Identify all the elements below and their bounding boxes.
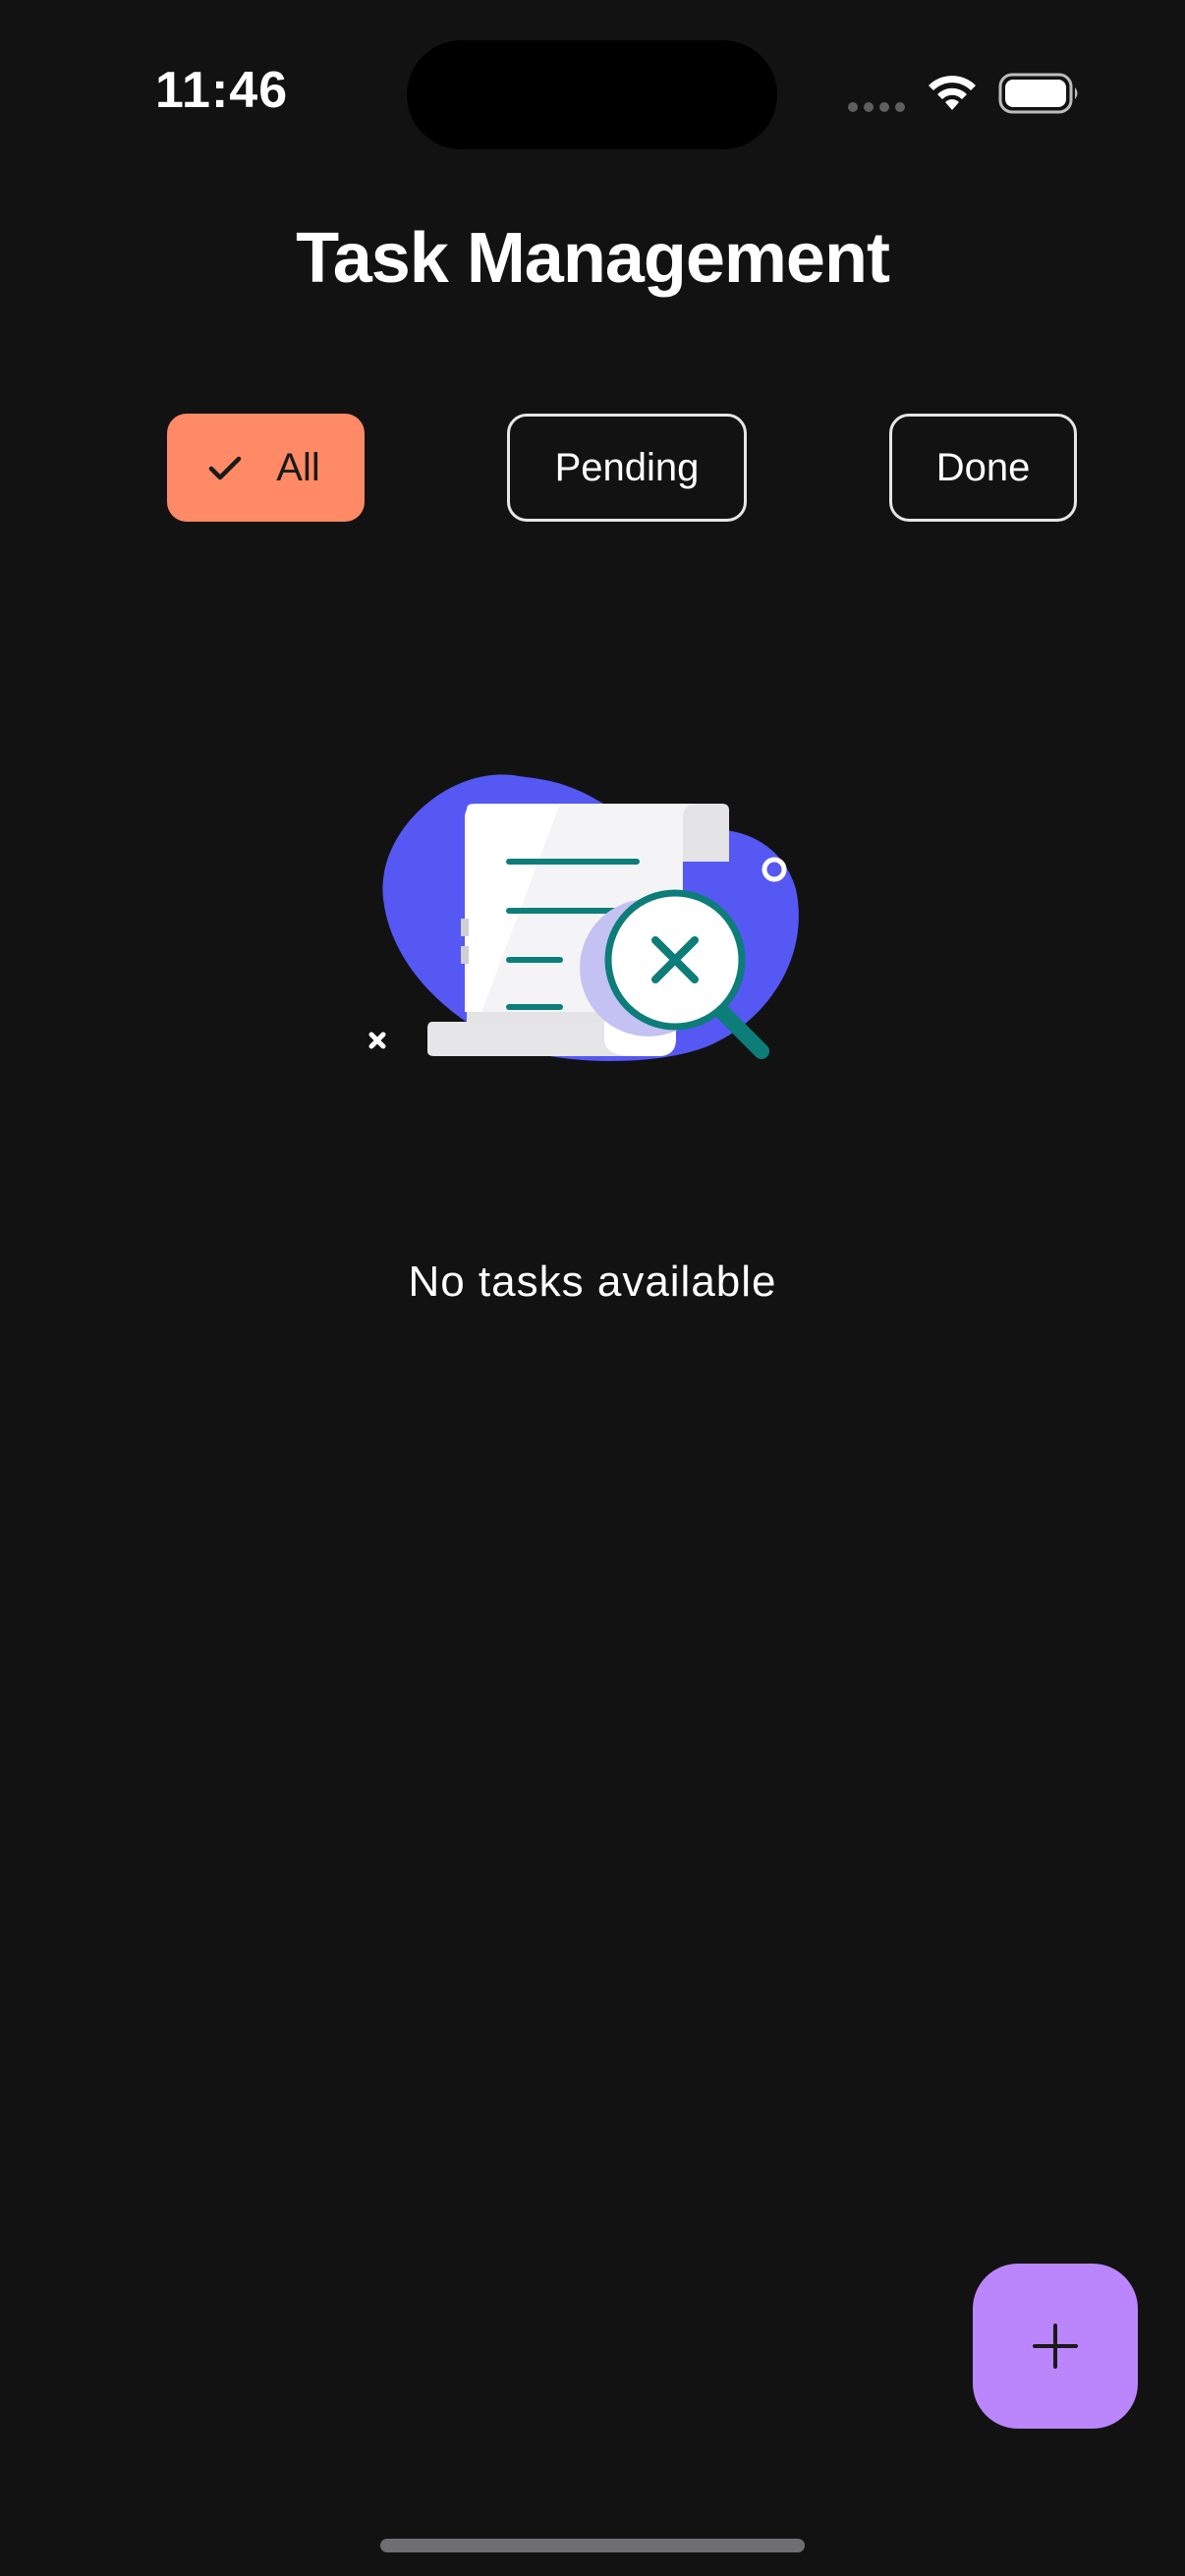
home-indicator[interactable] xyxy=(380,2539,805,2552)
plus-icon xyxy=(1033,2324,1078,2369)
filter-chip-pending[interactable]: Pending xyxy=(507,414,747,522)
wifi-icon xyxy=(929,76,976,110)
filter-chip-all[interactable]: All xyxy=(167,414,365,522)
empty-tasks-illustration xyxy=(368,774,799,1061)
battery-icon xyxy=(998,73,1078,114)
add-task-button[interactable] xyxy=(973,2264,1138,2429)
filter-chip-done[interactable]: Done xyxy=(889,414,1077,522)
status-time: 11:46 xyxy=(155,62,289,119)
filter-chip-label: Pending xyxy=(554,445,700,489)
cellular-signal-icon xyxy=(848,102,905,112)
check-icon xyxy=(209,456,242,480)
dynamic-island xyxy=(407,40,777,149)
filter-chip-label: All xyxy=(276,445,320,489)
empty-state-message: No tasks available xyxy=(408,1258,777,1306)
filter-chip-label: Done xyxy=(935,445,1031,489)
page-title: Task Management xyxy=(296,219,890,298)
